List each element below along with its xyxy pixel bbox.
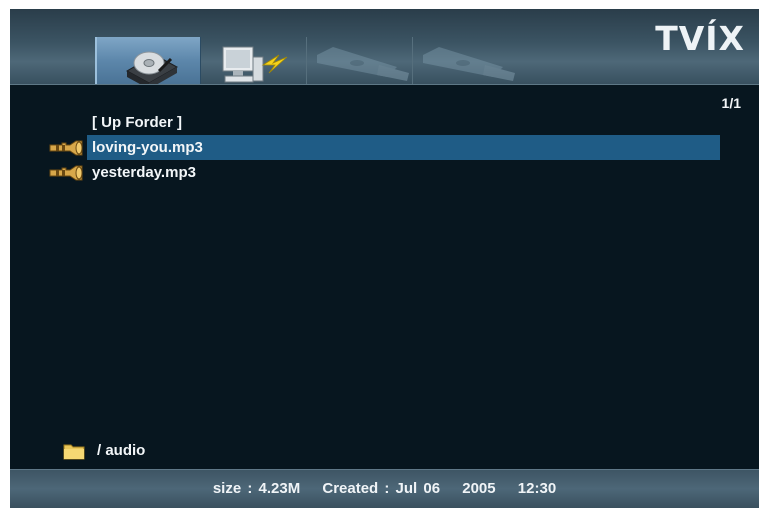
file-size: size : 4.23M <box>212 480 301 497</box>
trumpet-music-icon <box>49 140 83 156</box>
top-bar: TVÍX <box>10 9 759 85</box>
status-bar: size : 4.23M Created : Jul 06 2005 12:30 <box>10 469 759 508</box>
list-item-loving-you[interactable]: loving-you.mp3 <box>48 135 720 160</box>
usb-icon <box>317 47 409 81</box>
folder-icon <box>63 444 85 460</box>
file-list: [ Up Forder ] loving-you.mp3 yesterday.m… <box>48 110 720 185</box>
tab-hard-disk[interactable] <box>95 37 201 84</box>
list-item-up-folder[interactable]: [ Up Forder ] <box>48 110 720 135</box>
created-date: Created : Jul 06 <box>322 480 441 497</box>
source-tabs <box>95 37 519 84</box>
created-time: 12:30 <box>517 480 557 497</box>
tab-usb-1[interactable] <box>307 37 413 84</box>
tab-network[interactable] <box>201 37 307 84</box>
created-year: 2005 <box>462 480 496 497</box>
network-pc-icon <box>222 46 288 83</box>
trumpet-music-icon <box>49 165 83 181</box>
file-name: yesterday.mp3 <box>92 164 196 181</box>
tab-usb-2[interactable] <box>413 37 519 84</box>
file-name: loving-you.mp3 <box>87 135 720 160</box>
page-indicator: 1/1 <box>721 95 741 111</box>
hdd-icon <box>125 51 179 84</box>
list-item-yesterday[interactable]: yesterday.mp3 <box>48 160 720 185</box>
media-player-screen: TVÍX 1/1 [ Up Forder ] loving-you.mp3 ye… <box>10 9 759 508</box>
usb-icon <box>423 47 515 81</box>
path-label: / audio <box>97 442 146 459</box>
tvix-logo: TVÍX <box>655 19 745 58</box>
file-name: [ Up Forder ] <box>92 114 182 131</box>
